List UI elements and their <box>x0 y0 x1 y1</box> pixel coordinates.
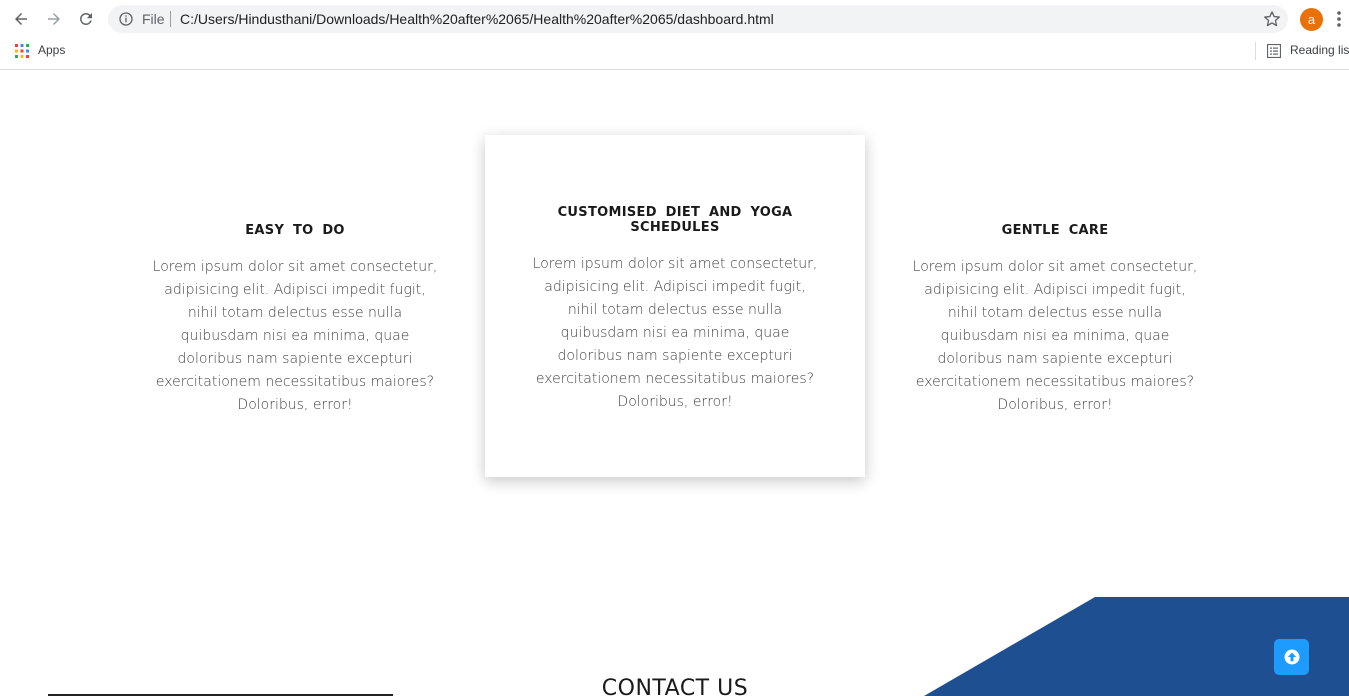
feature-text: Lorem ipsum dolor sit amet consectetur, … <box>532 256 818 410</box>
info-icon[interactable] <box>118 11 134 27</box>
apps-grid-icon[interactable] <box>15 44 29 58</box>
back-button[interactable] <box>8 6 34 32</box>
url-scheme-label: File <box>142 11 165 27</box>
bookmark-apps[interactable]: Apps <box>38 43 65 57</box>
feature-text: Lorem ipsum dolor sit amet consectetur, … <box>152 259 438 413</box>
reading-list-button[interactable]: Reading list <box>1290 43 1349 57</box>
reading-list-icon[interactable] <box>1267 44 1281 58</box>
contact-section-title: CONTACT US <box>601 676 749 696</box>
browser-toolbar: File C:/Users/Hindusthani/Downloads/Heal… <box>0 0 1349 38</box>
forward-button[interactable] <box>41 6 67 32</box>
url-divider <box>170 11 171 27</box>
star-icon[interactable] <box>1262 9 1282 29</box>
bookmarks-bar <box>0 38 1349 70</box>
reload-button[interactable] <box>73 6 99 32</box>
url-text[interactable]: C:/Users/Hindusthani/Downloads/Health%20… <box>180 11 774 27</box>
bookmarks-divider <box>1255 42 1256 60</box>
feature-title: GENTLE CARE <box>1001 223 1109 238</box>
arrow-up-icon <box>1284 649 1299 665</box>
feature-customised-diet: CUSTOMISED DIET AND YOGA SCHEDULES Lorem… <box>530 205 820 414</box>
reload-icon <box>80 12 92 25</box>
feature-gentle-care: GENTLE CARE Lorem ipsum dolor sit amet c… <box>910 223 1200 417</box>
feature-text: Lorem ipsum dolor sit amet consectetur, … <box>912 259 1198 413</box>
back-arrow-icon <box>15 13 27 25</box>
address-bar[interactable]: File C:/Users/Hindusthani/Downloads/Heal… <box>108 5 1288 33</box>
kebab-menu-icon[interactable] <box>1336 10 1342 28</box>
feature-title: CUSTOMISED DIET AND YOGA SCHEDULES <box>557 205 793 235</box>
profile-avatar[interactable]: a <box>1300 8 1323 31</box>
feature-easy-to-do: EASY TO DO Lorem ipsum dolor sit amet co… <box>150 223 440 417</box>
feature-title: EASY TO DO <box>245 223 345 238</box>
forward-arrow-icon <box>48 13 60 25</box>
scroll-to-top-button[interactable] <box>1274 639 1309 675</box>
